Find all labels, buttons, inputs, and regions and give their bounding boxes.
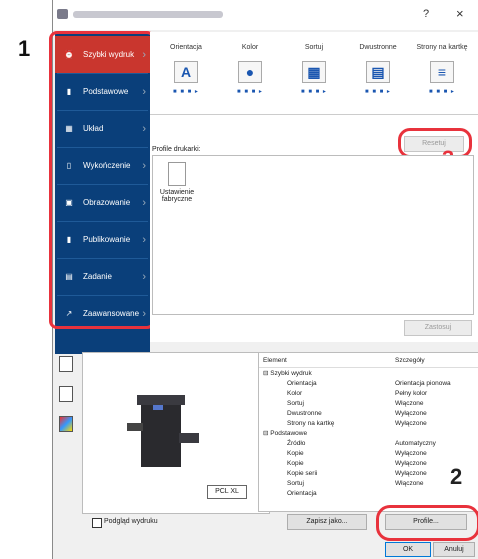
option-dots-icon: ■ ■ ■ ▸ [365,89,391,95]
detail-key: Strony na kartkę [287,420,335,427]
title-bar: ? × [53,0,478,30]
printer-preview: PCL XL [82,352,270,514]
tab-option-2[interactable]: Sortuj ▦ ■ ■ ■ ▸ [282,44,346,95]
save-as-button[interactable]: Zapisz jako... [287,514,367,530]
details-row: Kopie Wyłączone [259,450,478,458]
tab-preview-icon: ▤ [366,61,390,83]
detail-key: Źródło [287,440,306,447]
help-button[interactable]: ? [423,8,429,20]
details-row: ⊟ Szybki wydruk [259,370,478,378]
reset-highlight [398,128,472,158]
profile-factory-default[interactable]: Ustawienie fabryczne [155,162,199,203]
tab-label: Strony na kartkę [416,44,468,51]
window-title-blurred [73,11,223,18]
detail-key: Kolor [287,390,303,397]
cancel-button[interactable]: Anuluj [433,542,475,557]
detail-key: ⊟ Podstawowe [263,430,308,437]
tab-glyph: ≡ [437,64,447,80]
column-details: Szczegóły [395,357,425,364]
details-header: Element Szczegóły [259,357,478,365]
printer-profiles-list: Ustawienie fabryczne [152,155,474,315]
detail-value: Wyłączone [395,460,427,467]
tab-option-1[interactable]: Kolor ● ■ ■ ■ ▸ [218,44,282,95]
detail-key: ⊟ Szybki wydruk [263,370,312,377]
profile-label-line2: fabryczne [161,196,193,203]
details-row: Źródło Automatyczny [259,440,478,448]
details-row: ⊟ Podstawowe [259,430,478,438]
details-row: Orientacja [259,490,478,498]
option-dots-icon: ■ ■ ■ ▸ [301,89,327,95]
printer-app-icon [57,9,68,19]
detail-key: Orientacja [287,380,317,387]
tab-glyph: ▤ [371,63,385,80]
callout-1: 1 [18,36,31,61]
column-element: Element [263,357,287,364]
detail-key: Orientacja [287,490,317,497]
detail-value: Włączone [395,400,424,407]
tab-label: Orientacja [170,44,202,51]
tab-preview-icon: A [174,61,198,83]
preview-view-icons [55,352,77,446]
detail-key: Sortuj [287,480,304,487]
tab-glyph: A [180,64,192,80]
tab-label: Sortuj [304,44,324,51]
detail-value: Automatyczny [395,440,436,447]
details-row: Sortuj Włączone [259,480,478,488]
printer-image [127,395,199,467]
tab-option-0[interactable]: Orientacja A ■ ■ ■ ▸ [154,44,218,95]
color-view-icon[interactable] [59,416,73,432]
print-preview-checkbox[interactable] [92,518,102,528]
detail-key: Kopie [287,460,304,467]
close-button[interactable]: × [456,6,464,21]
detail-key: Kopie [287,450,304,457]
tab-preview-icon: ▦ [302,61,326,83]
detail-value: Włączone [395,480,424,487]
tab-glyph: ● [245,64,255,80]
quick-print-options: Orientacja A ■ ■ ■ ▸ Kolor ● ■ ■ ■ ▸ Sortuj ▦ ■ … [150,32,478,114]
apply-button[interactable]: Zastosuj [404,320,472,336]
details-row: Orientacja Orientacja pionowa [259,380,478,388]
profiles-title: Profile drukarki: [152,146,201,153]
details-row: Sortuj Włączone [259,400,478,408]
detail-key: Dwustronne [287,410,322,417]
tab-preview-icon: ≡ [430,61,454,83]
detail-value: Wyłączone [395,420,427,427]
profile-page-icon [168,162,186,186]
tab-glyph: ▦ [307,63,321,80]
printer-view-icon[interactable] [59,356,73,372]
ok-button[interactable]: OK [385,542,431,557]
details-row: Strony na kartkę Wyłączone [259,420,478,428]
detail-key: Kopie serii [287,470,318,477]
detail-value: Pełny kolor [395,390,428,397]
profiles-highlight [376,505,478,541]
tab-preview-icon: ● [238,61,262,83]
detail-value: Orientacja pionowa [395,380,451,387]
details-row: Kopie Wyłączone [259,460,478,468]
tab-option-3[interactable]: Dwustronne ▤ ■ ■ ■ ▸ [346,44,410,95]
tab-label: Kolor [241,44,259,51]
detail-key: Sortuj [287,400,304,407]
callout-2: 2 [450,464,463,489]
tab-label: Dwustronne [359,44,397,51]
pcl-xl-label: PCL XL [207,485,247,499]
detail-value: Wyłączone [395,450,427,457]
details-row: Kopie serii Wyłączone [259,470,478,478]
tab-option-4[interactable]: Strony na kartkę ≡ ■ ■ ■ ▸ [410,44,474,95]
sidebar-highlight [49,31,155,329]
details-row: Kolor Pełny kolor [259,390,478,398]
option-dots-icon: ■ ■ ■ ▸ [237,89,263,95]
details-row: Dwustronne Wyłączone [259,410,478,418]
option-dots-icon: ■ ■ ■ ▸ [173,89,199,95]
page-view-icon[interactable] [59,386,73,402]
profile-label-line1: Ustawienie [159,189,195,196]
settings-details-table: Element Szczegóły ⊟ Szybki wydruk Orienta… [258,352,478,512]
option-dots-icon: ■ ■ ■ ▸ [429,89,455,95]
detail-value: Wyłączone [395,470,427,477]
print-preview-label: Podgląd wydruku [104,518,158,525]
detail-value: Wyłączone [395,410,427,417]
